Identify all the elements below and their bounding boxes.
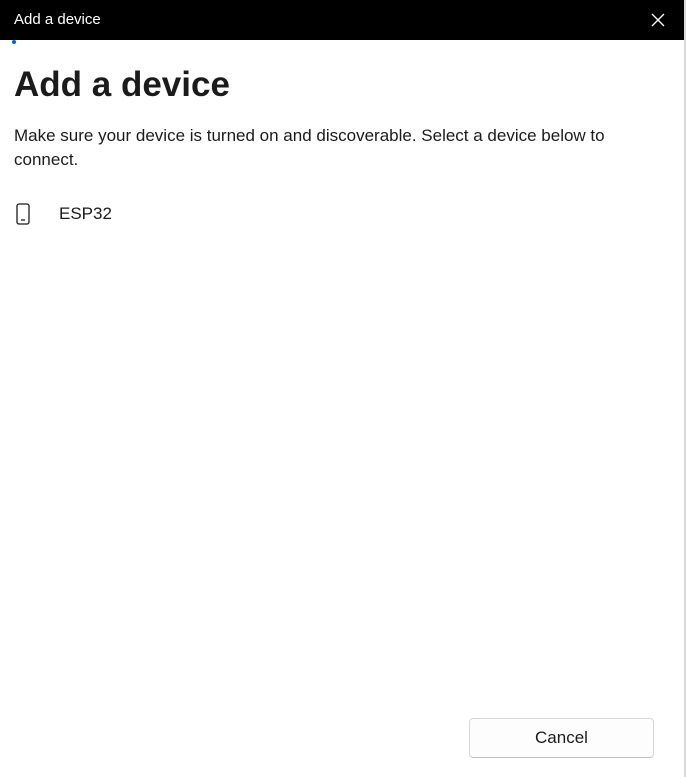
title-bar: Add a device bbox=[0, 0, 684, 40]
device-name: ESP32 bbox=[59, 204, 112, 223]
close-button[interactable] bbox=[646, 8, 670, 32]
instructions-text: Make sure your device is turned on and d… bbox=[14, 126, 605, 169]
cancel-button[interactable]: Cancel bbox=[469, 718, 654, 758]
device-list-item[interactable]: ESP32 bbox=[6, 196, 666, 232]
close-icon bbox=[651, 13, 665, 27]
progress-indicator bbox=[12, 40, 16, 44]
add-device-dialog: Add a device Add a device Make sure your… bbox=[0, 0, 684, 777]
page-title: Add a device bbox=[14, 65, 230, 104]
window-title: Add a device bbox=[14, 11, 101, 28]
phone-icon bbox=[16, 203, 30, 225]
